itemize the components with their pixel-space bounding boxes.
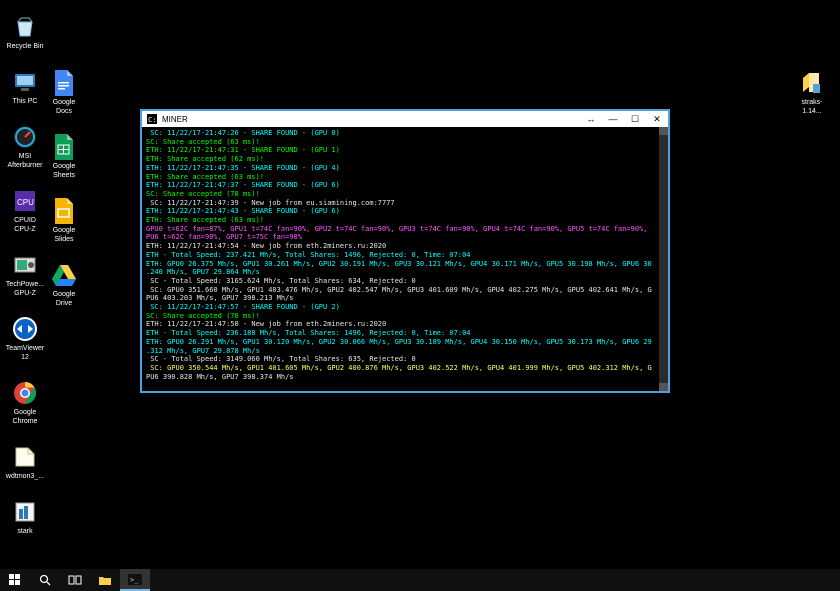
desktop-icon-recycle-bin[interactable]: Recycle Bin	[5, 14, 45, 51]
terminal-line: ETH: 11/22/17-21:47:35 - SHARE FOUND - (…	[146, 164, 664, 173]
terminal-line: ETH - Total Speed: 236.180 Mh/s, Total S…	[146, 329, 664, 338]
desktop-icon-google-drive[interactable]: Google Drive	[44, 262, 84, 308]
icon-label: Google Docs	[44, 98, 84, 116]
terminal-line: .240 Mh/s, GPU7 29.864 Mh/s	[146, 268, 664, 277]
cmd-icon: C:	[145, 112, 159, 126]
icon-label: CPUID CPU-Z	[5, 216, 45, 234]
icon-label: TeamViewer 12	[5, 344, 45, 362]
terminal-line: SC: 11/22/17-21:47:57 - SHARE FOUND - (G…	[146, 303, 664, 312]
terminal-line: SC: 11/22/17-21:47:39 - New job from eu.…	[146, 199, 664, 208]
terminal-taskbar-button[interactable]: >_	[120, 569, 150, 591]
desktop-icon-cpuid-cpu-z[interactable]: CPU CPUID CPU-Z	[5, 188, 45, 234]
terminal-line: ETH: 11/22/17-21:47:58 - New job from et…	[146, 320, 664, 329]
terminal-line: SC - Total Speed: 3165.624 Mh/s, Total S…	[146, 277, 664, 286]
start-button[interactable]	[0, 569, 30, 591]
task-view-button[interactable]	[60, 569, 90, 591]
terminal-line: ETH: 11/22/17-21:47:54 - New job from et…	[146, 242, 664, 251]
desktop-icon-google-slides[interactable]: Google Slides	[44, 198, 84, 244]
desktop-icon-wdtmon3[interactable]: wdtmon3_...	[5, 444, 45, 481]
terminal-line: SC: 11/22/17-21:47:26 - SHARE FOUND - (G…	[146, 129, 664, 138]
msi-afterburner-icon	[12, 124, 38, 150]
icon-label: stark	[17, 527, 32, 536]
stark-icon	[12, 499, 38, 525]
terminal-line: ETH: 11/22/17-21:47:31 - SHARE FOUND - (…	[146, 146, 664, 155]
google-sheets-icon	[51, 134, 77, 160]
terminal-line: SC: Share accepted (63 ms)!	[146, 138, 664, 147]
file-explorer-button[interactable]	[90, 569, 120, 591]
terminal-line: ETH: GPU0 26.375 Mh/s, GPU1 30.261 Mh/s,…	[146, 260, 664, 269]
icon-label: TechPowe... GPU-Z	[5, 280, 45, 298]
pin-icon[interactable]: ↔	[580, 111, 602, 127]
cpuid-cpu-z-icon: CPU	[12, 188, 38, 214]
icon-label: straks-1.14...	[792, 98, 832, 116]
icon-label: This PC	[13, 97, 38, 106]
terminal-line: SC: GPU0 350.544 Mh/s, GPU1 401.605 Mh/s…	[146, 364, 664, 373]
scrollbar-down[interactable]	[659, 383, 668, 391]
icon-label: Recycle Bin	[7, 42, 44, 51]
teamviewer-icon	[12, 316, 38, 342]
window-title: MINER	[162, 115, 580, 124]
terminal-line: GPU0 t=62C fan=87%, GPU1 t=74C fan=90%, …	[146, 225, 664, 234]
google-drive-icon	[51, 262, 77, 288]
icon-label: Google Slides	[44, 226, 84, 244]
terminal-line: ETH - Total Speed: 237.421 Mh/s, Total S…	[146, 251, 664, 260]
google-chrome-icon	[12, 380, 38, 406]
terminal-line: SC - Total Speed: 3149.060 Mh/s, Total S…	[146, 355, 664, 364]
terminal-line: SC: GPU0 351.660 Mh/s, GPU1 403.476 Mh/s…	[146, 286, 664, 295]
terminal-output: SC: 11/22/17-21:47:26 - SHARE FOUND - (G…	[142, 127, 668, 391]
svg-text:>_: >_	[130, 576, 139, 584]
scrollbar-up[interactable]	[659, 127, 668, 135]
terminal-line: PU6 390.828 Mh/s, GPU7 398.374 Mh/s	[146, 373, 664, 382]
desktop-icon-google-docs[interactable]: Google Docs	[44, 70, 84, 116]
icon-label: Google Drive	[44, 290, 84, 308]
terminal-line: ETH: Share accepted (63 ms)!	[146, 173, 664, 182]
terminal-line: ETH: Share accepted (63 ms)!	[146, 216, 664, 225]
wdtmon3-icon	[12, 444, 38, 470]
terminal-line: ETH: 11/22/17-21:47:43 - SHARE FOUND - (…	[146, 207, 664, 216]
icon-label: Google Chrome	[5, 408, 45, 426]
miner-window: C: MINER ↔ — ☐ ✕ SC: 11/22/17-21:47:26 -…	[140, 109, 670, 393]
terminal-line: PU6 t=62C fan=90%, GPU7 t=75C fan=90%	[146, 233, 664, 242]
titlebar[interactable]: C: MINER ↔ — ☐ ✕	[142, 111, 668, 127]
desktop-icon-msi-afterburner[interactable]: MSI Afterburner	[5, 124, 45, 170]
taskbar: >_	[0, 569, 840, 591]
terminal-line: ETH: Share accepted (62 ms)!	[146, 155, 664, 164]
search-button[interactable]	[30, 569, 60, 591]
this-pc-icon	[12, 69, 38, 95]
desktop[interactable]: Recycle Bin This PC MSI Afterburner CPU CPUI…	[0, 0, 840, 591]
techpowerup-gpu-z-icon	[12, 252, 38, 278]
icon-label: wdtmon3_...	[6, 472, 44, 481]
desktop-icon-teamviewer[interactable]: TeamViewer 12	[5, 316, 45, 362]
terminal-line: ETH: GPU0 26.291 Mh/s, GPU1 30.120 Mh/s,…	[146, 338, 664, 347]
terminal-line: ETH: 11/22/17-21:47:37 - SHARE FOUND - (…	[146, 181, 664, 190]
svg-text:CPU: CPU	[17, 198, 34, 207]
terminal-line: PU6 403.203 Mh/s, GPU7 398.213 Mh/s	[146, 294, 664, 303]
icon-label: Google Sheets	[44, 162, 84, 180]
icon-label: MSI Afterburner	[5, 152, 45, 170]
google-docs-icon	[51, 70, 77, 96]
close-button[interactable]: ✕	[646, 111, 668, 127]
terminal-line: SC: Share accepted (78 ms)!	[146, 190, 664, 199]
recycle-bin-icon	[12, 14, 38, 40]
maximize-button[interactable]: ☐	[624, 111, 646, 127]
desktop-icon-this-pc[interactable]: This PC	[5, 69, 45, 106]
straks-icon	[799, 70, 825, 96]
desktop-icon-google-chrome[interactable]: Google Chrome	[5, 380, 45, 426]
desktop-icon-stark[interactable]: stark	[5, 499, 45, 536]
minimize-button[interactable]: —	[602, 111, 624, 127]
terminal-line: SC: Share accepted (78 ms)!	[146, 312, 664, 321]
desktop-icon-google-sheets[interactable]: Google Sheets	[44, 134, 84, 180]
scrollbar[interactable]	[659, 127, 668, 391]
svg-text:C:: C:	[148, 116, 156, 124]
desktop-icon-techpowerup-gpu-z[interactable]: TechPowe... GPU-Z	[5, 252, 45, 298]
desktop-icon-straks[interactable]: straks-1.14...	[792, 70, 832, 116]
terminal-line: .312 Mh/s, GPU7 29.878 Mh/s	[146, 347, 664, 356]
google-slides-icon	[51, 198, 77, 224]
